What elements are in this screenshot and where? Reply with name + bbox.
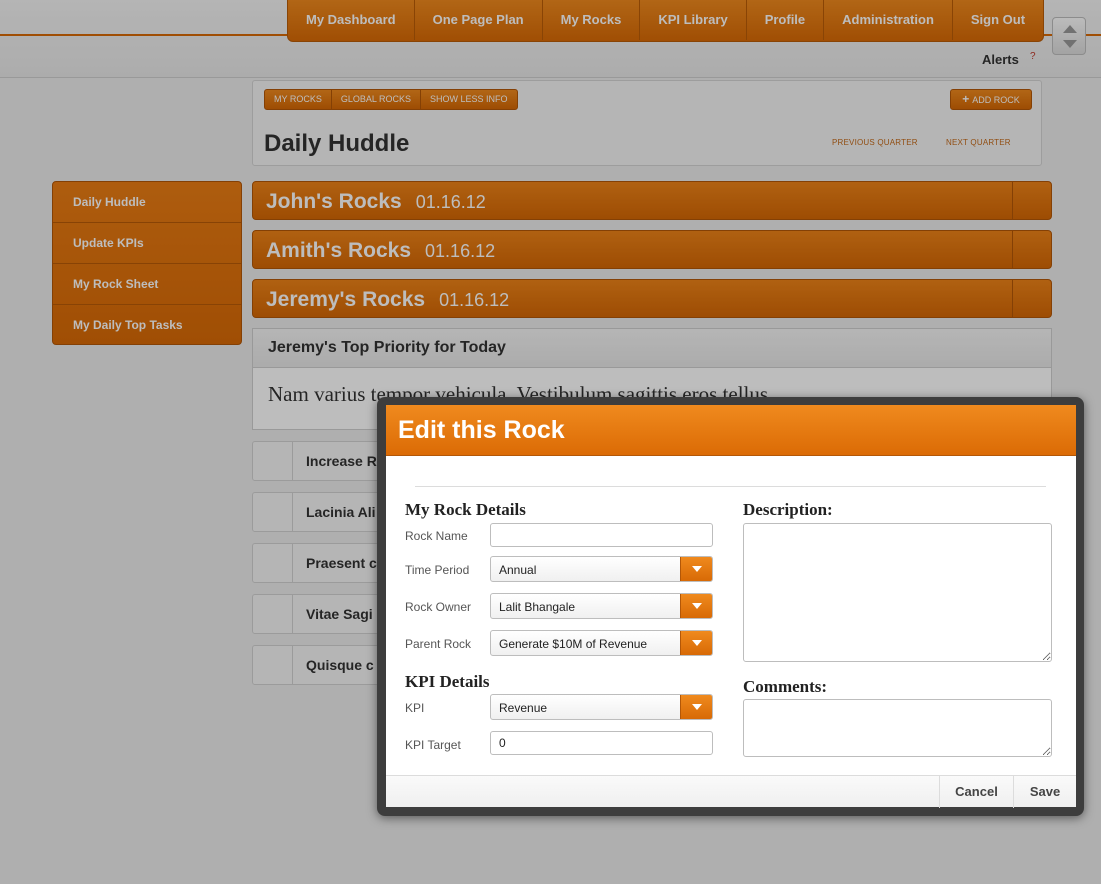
dropdown-button[interactable] [680,695,712,719]
modal-footer: Cancel Save [386,775,1076,808]
kpi-target-label: KPI Target [405,738,461,752]
modal-title: Edit this Rock [386,405,1076,456]
parent-rock-select[interactable]: Generate $10M of Revenue [490,630,713,656]
description-textarea[interactable] [743,523,1052,662]
chevron-down-icon [692,704,702,710]
time-period-select[interactable]: Annual [490,556,713,582]
time-period-label: Time Period [405,563,470,577]
rock-owner-value: Lalit Bhangale [499,600,576,614]
chevron-down-icon [692,603,702,609]
chevron-down-icon [692,566,702,572]
dropdown-button[interactable] [680,557,712,581]
dropdown-button[interactable] [680,594,712,618]
cancel-button[interactable]: Cancel [939,776,1013,808]
comments-heading: Comments: [743,677,828,696]
rock-owner-select[interactable]: Lalit Bhangale [490,593,713,619]
kpi-value: Revenue [499,701,548,715]
dropdown-button[interactable] [680,631,712,655]
chevron-down-icon [692,640,702,646]
rock-owner-label: Rock Owner [405,600,472,614]
description-heading: Description: [743,500,833,519]
kpi-select[interactable]: Revenue [490,694,713,720]
kpi-label: KPI [405,701,425,715]
kpi-details-heading: KPI Details [405,672,490,691]
divider [415,486,1046,487]
comments-textarea[interactable] [743,699,1052,757]
time-period-value: Annual [499,563,537,577]
parent-rock-label: Parent Rock [405,637,472,651]
edit-rock-modal: Edit this Rock My Rock Details Rock Name… [386,405,1076,808]
rock-name-label: Rock Name [405,529,468,543]
kpi-target-input[interactable] [490,731,713,755]
parent-rock-value: Generate $10M of Revenue [499,637,648,651]
rock-details-heading: My Rock Details [405,500,526,519]
rock-name-input[interactable] [490,523,713,547]
save-button[interactable]: Save [1013,776,1076,808]
